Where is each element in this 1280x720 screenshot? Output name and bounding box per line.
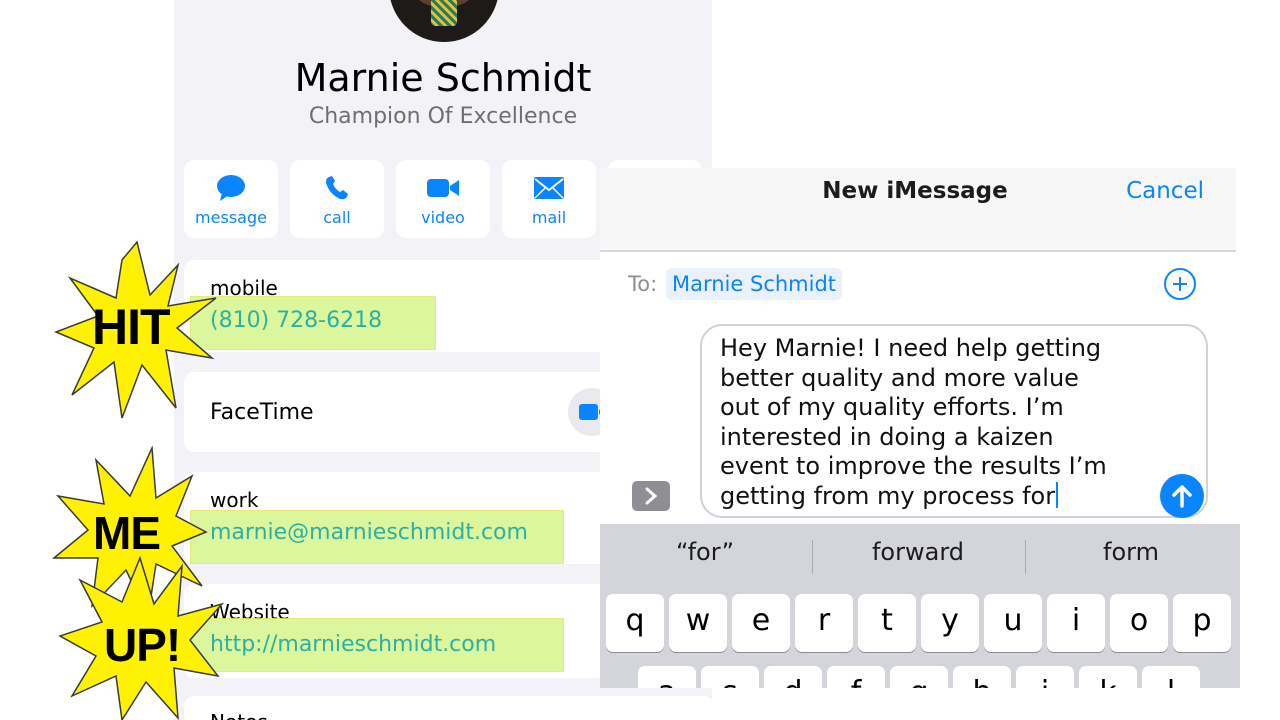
key-g[interactable]: g xyxy=(890,666,948,688)
key-f[interactable]: f xyxy=(827,666,885,688)
message-button-label: message xyxy=(195,208,267,227)
facetime-label: FaceTime xyxy=(210,400,314,425)
apps-expand-button[interactable] xyxy=(632,481,670,511)
mail-button[interactable]: mail xyxy=(502,160,596,238)
phone-icon xyxy=(326,176,348,200)
imessage-header: New iMessage Cancel xyxy=(600,168,1236,252)
send-button[interactable] xyxy=(1160,474,1204,518)
chevron-right-icon xyxy=(645,487,658,505)
key-i[interactable]: i xyxy=(1047,594,1105,652)
envelope-icon xyxy=(534,177,564,199)
contact-subtitle: Champion Of Excellence xyxy=(308,104,578,129)
key-q[interactable]: q xyxy=(606,594,664,652)
message-text[interactable]: Hey Marnie! I need help getting better q… xyxy=(720,334,1150,511)
key-k[interactable]: k xyxy=(1079,666,1137,688)
video-camera-icon xyxy=(427,179,459,197)
hit-callout-text: HIT xyxy=(92,299,171,355)
me-callout-text: ME xyxy=(93,507,161,559)
key-h[interactable]: h xyxy=(953,666,1011,688)
message-input[interactable]: Hey Marnie! I need help getting better q… xyxy=(700,324,1208,518)
message-bubble-icon xyxy=(217,175,245,201)
mail-button-label: mail xyxy=(531,208,567,227)
mobile-number-link[interactable]: (810) 728-6218 xyxy=(210,308,382,333)
key-t[interactable]: t xyxy=(858,594,916,652)
key-d[interactable]: d xyxy=(764,666,822,688)
work-email-link[interactable]: marnie@marnieschmidt.com xyxy=(210,520,528,545)
contact-name: Marnie Schmidt xyxy=(294,56,592,100)
key-y[interactable]: y xyxy=(921,594,979,652)
recipient-chip[interactable]: Marnie Schmidt xyxy=(666,268,843,300)
notes-panel: Notes xyxy=(184,696,712,720)
cancel-button[interactable]: Cancel xyxy=(1126,178,1204,204)
website-link[interactable]: http://marnieschmidt.com xyxy=(210,632,496,657)
add-contact-button[interactable] xyxy=(1164,268,1196,300)
text-cursor xyxy=(1056,481,1059,508)
key-p[interactable]: p xyxy=(1173,594,1231,652)
key-u[interactable]: u xyxy=(984,594,1042,652)
video-button[interactable]: video xyxy=(396,160,490,238)
key-a[interactable]: a xyxy=(638,666,696,688)
message-button[interactable]: message xyxy=(184,160,278,238)
key-l[interactable]: l xyxy=(1142,666,1200,688)
message-body: Hey Marnie! I need help getting better q… xyxy=(720,334,1107,510)
up-callout-text: UP! xyxy=(104,619,181,671)
keyboard: “for” forward form q w e r t y u i o p a… xyxy=(600,524,1240,688)
contact-avatar xyxy=(389,0,499,42)
key-r[interactable]: r xyxy=(795,594,853,652)
work-label: work xyxy=(210,488,259,512)
key-e[interactable]: e xyxy=(732,594,790,652)
call-button[interactable]: call xyxy=(290,160,384,238)
arrow-up-icon xyxy=(1172,485,1192,508)
call-button-label: call xyxy=(323,208,351,227)
key-s[interactable]: s xyxy=(701,666,759,688)
key-o[interactable]: o xyxy=(1110,594,1168,652)
key-j[interactable]: j xyxy=(1016,666,1074,688)
suggestion-3[interactable]: form xyxy=(1026,538,1236,566)
to-label: To: xyxy=(628,272,658,296)
key-w[interactable]: w xyxy=(669,594,727,652)
suggestion-1[interactable]: “for” xyxy=(600,538,810,566)
video-button-label: video xyxy=(421,208,465,227)
suggestion-2[interactable]: forward xyxy=(813,538,1023,566)
